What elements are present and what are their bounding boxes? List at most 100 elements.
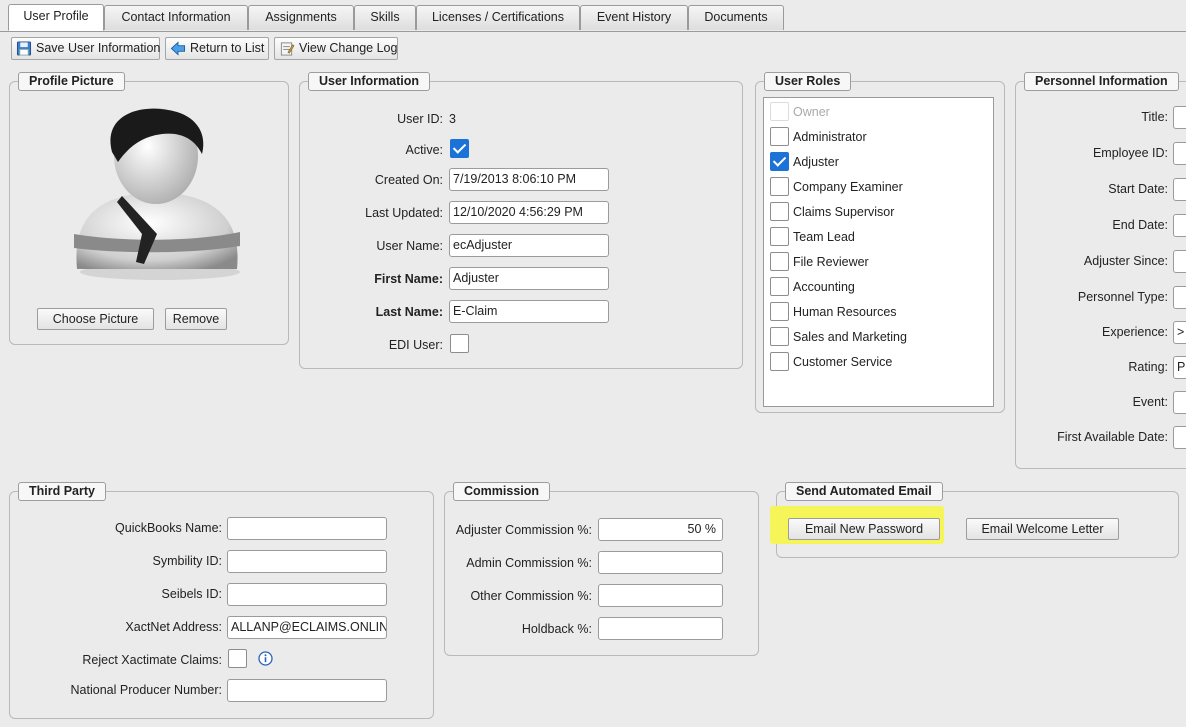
tab-contact-information[interactable]: Contact Information <box>104 5 248 30</box>
user-id-label: User ID: <box>397 112 443 126</box>
role-accounting[interactable]: Accounting <box>770 276 855 298</box>
tab-event-history[interactable]: Event History <box>580 5 688 30</box>
role-team-lead-checkbox[interactable] <box>770 227 789 246</box>
save-user-button[interactable]: Save User Information <box>11 37 160 60</box>
other-commission-field[interactable] <box>598 584 723 607</box>
choose-picture-button[interactable]: Choose Picture <box>37 308 154 330</box>
active-label: Active: <box>405 143 443 157</box>
role-owner-label: Owner <box>793 105 830 119</box>
role-human-resources-checkbox[interactable] <box>770 302 789 321</box>
reject-xactimate-label: Reject Xactimate Claims: <box>82 653 222 667</box>
reject-xactimate-checkbox[interactable] <box>228 649 247 668</box>
first-available-date-field[interactable] <box>1173 426 1186 449</box>
admin-commission-field[interactable] <box>598 551 723 574</box>
adjuster-since-label: Adjuster Since: <box>1083 254 1168 268</box>
last-updated-field[interactable]: 12/10/2020 4:56:29 PM <box>449 201 609 224</box>
personnel-information-group: Personnel Information Title: Employee ID… <box>1015 72 1186 469</box>
admin-commission-label: Admin Commission %: <box>466 556 592 570</box>
tab-assignments[interactable]: Assignments <box>248 5 354 30</box>
role-file-reviewer-checkbox[interactable] <box>770 252 789 271</box>
title-label: Title: <box>1141 110 1168 124</box>
edi-user-checkbox[interactable] <box>450 334 469 353</box>
role-file-reviewer[interactable]: File Reviewer <box>770 251 869 273</box>
last-name-field[interactable]: E-Claim <box>449 300 609 323</box>
last-updated-label: Last Updated: <box>365 206 443 220</box>
info-icon[interactable] <box>258 651 273 666</box>
email-new-password-button[interactable]: Email New Password <box>788 518 940 540</box>
arrow-left-icon <box>170 41 186 56</box>
tab-user-profile[interactable]: User Profile <box>8 4 104 31</box>
email-welcome-letter-button[interactable]: Email Welcome Letter <box>966 518 1119 540</box>
tab-skills[interactable]: Skills <box>354 5 416 30</box>
change-log-icon <box>280 42 295 56</box>
personnel-type-label: Personnel Type: <box>1077 290 1168 304</box>
symbility-id-label: Symbility ID: <box>152 554 222 568</box>
adjuster-commission-label: Adjuster Commission %: <box>455 523 592 537</box>
xactnet-address-label: XactNet Address: <box>125 620 222 634</box>
commission-group: Commission Adjuster Commission %: 50 % A… <box>444 482 759 656</box>
other-commission-label: Other Commission %: <box>470 589 592 603</box>
role-sales-and-marketing-label: Sales and Marketing <box>793 330 907 344</box>
role-adjuster-label: Adjuster <box>793 155 839 169</box>
role-human-resources-label: Human Resources <box>793 305 897 319</box>
xactnet-address-field[interactable]: ALLANP@ECLAIMS.ONLINE.T <box>227 616 387 639</box>
adjuster-since-field[interactable] <box>1173 250 1186 273</box>
start-date-field[interactable] <box>1173 178 1186 201</box>
event-field[interactable] <box>1173 391 1186 414</box>
event-label: Event: <box>1132 395 1168 409</box>
seibels-id-label: Seibels ID: <box>161 587 222 601</box>
view-change-log-button[interactable]: View Change Log <box>274 37 398 60</box>
user-information-title: User Information <box>308 72 431 91</box>
role-administrator-checkbox[interactable] <box>770 127 789 146</box>
user-name-field[interactable]: ecAdjuster <box>449 234 609 257</box>
return-to-list-button[interactable]: Return to List <box>165 37 269 60</box>
third-party-group: Third Party QuickBooks Name: Symbility I… <box>9 482 434 719</box>
send-automated-email-title: Send Automated Email <box>785 482 943 501</box>
role-team-lead[interactable]: Team Lead <box>770 226 855 248</box>
quickbooks-name-field[interactable] <box>227 517 387 540</box>
remove-picture-button[interactable]: Remove <box>165 308 227 330</box>
employee-id-field[interactable] <box>1173 142 1186 165</box>
user-id-value: 3 <box>449 112 456 126</box>
role-sales-and-marketing-checkbox[interactable] <box>770 327 789 346</box>
rating-select[interactable]: Pr <box>1173 356 1186 379</box>
created-on-field[interactable]: 7/19/2013 8:06:10 PM <box>449 168 609 191</box>
symbility-id-field[interactable] <box>227 550 387 573</box>
personnel-type-field[interactable] <box>1173 286 1186 309</box>
role-administrator[interactable]: Administrator <box>770 126 867 148</box>
adjuster-commission-field[interactable]: 50 % <box>598 518 723 541</box>
save-user-label: Save User Information <box>36 41 161 55</box>
edi-user-label: EDI User: <box>388 338 443 352</box>
role-company-examiner[interactable]: Company Examiner <box>770 176 903 198</box>
role-customer-service-checkbox[interactable] <box>770 352 789 371</box>
return-to-list-label: Return to List <box>190 41 265 55</box>
role-customer-service-label: Customer Service <box>793 355 893 369</box>
created-on-label: Created On: <box>374 173 443 187</box>
title-field[interactable] <box>1173 106 1186 129</box>
national-producer-number-field[interactable] <box>227 679 387 702</box>
tab-documents[interactable]: Documents <box>688 5 784 30</box>
personnel-information-title: Personnel Information <box>1024 72 1179 91</box>
role-accounting-checkbox[interactable] <box>770 277 789 296</box>
rating-label: Rating: <box>1128 360 1168 374</box>
role-claims-supervisor[interactable]: Claims Supervisor <box>770 201 894 223</box>
role-file-reviewer-label: File Reviewer <box>793 255 869 269</box>
role-adjuster-checkbox[interactable] <box>770 152 789 171</box>
profile-picture-title: Profile Picture <box>18 72 125 91</box>
role-company-examiner-checkbox[interactable] <box>770 177 789 196</box>
role-sales-and-marketing[interactable]: Sales and Marketing <box>770 326 907 348</box>
seibels-id-field[interactable] <box>227 583 387 606</box>
holdback-field[interactable] <box>598 617 723 640</box>
active-checkbox[interactable] <box>450 139 469 158</box>
role-customer-service[interactable]: Customer Service <box>770 351 892 373</box>
user-name-label: User Name: <box>376 239 443 253</box>
tab-licenses-certifications[interactable]: Licenses / Certifications <box>416 5 580 30</box>
send-automated-email-group: Send Automated Email Email New Password … <box>770 482 1179 558</box>
experience-select[interactable]: > <box>1173 321 1186 344</box>
role-human-resources[interactable]: Human Resources <box>770 301 897 323</box>
first-name-field[interactable]: Adjuster <box>449 267 609 290</box>
view-change-log-label: View Change Log <box>299 41 398 55</box>
role-adjuster[interactable]: Adjuster <box>770 151 839 173</box>
role-claims-supervisor-checkbox[interactable] <box>770 202 789 221</box>
end-date-field[interactable] <box>1173 214 1186 237</box>
